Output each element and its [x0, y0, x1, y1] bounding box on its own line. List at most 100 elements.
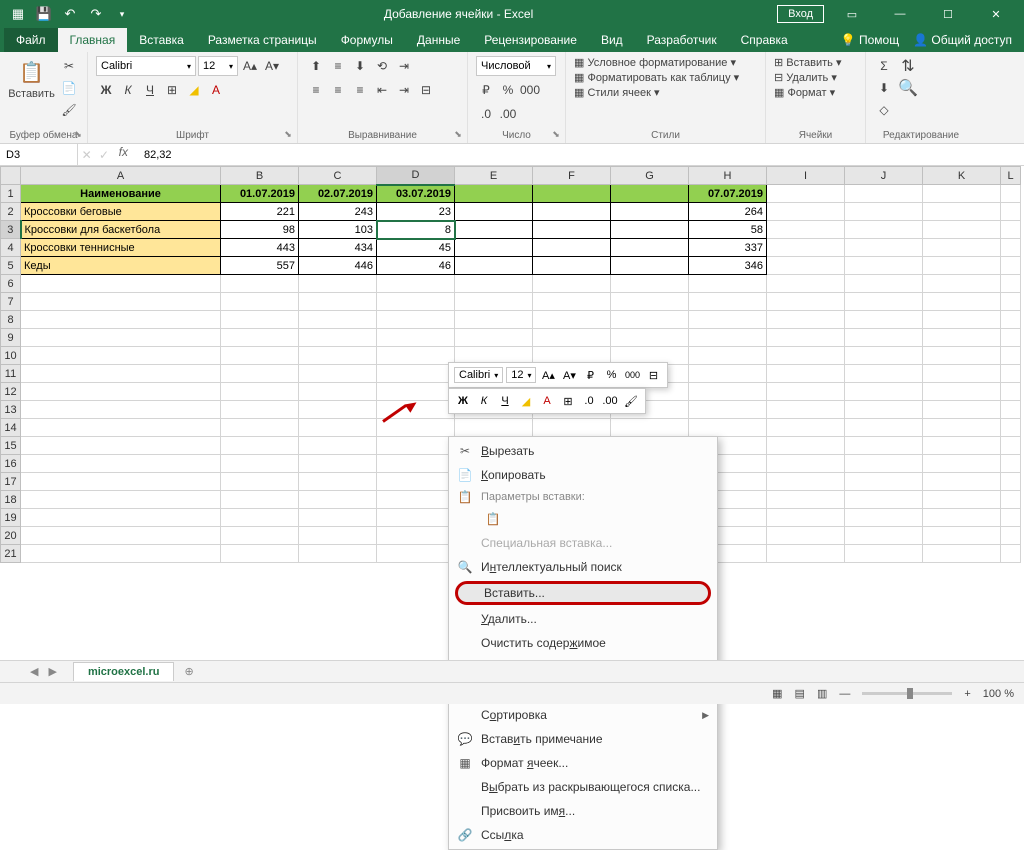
cell-A11[interactable] [21, 365, 221, 383]
copy-button[interactable]: 📄 [59, 78, 79, 98]
cell-B18[interactable] [221, 491, 299, 509]
tab-review[interactable]: Рецензирование [472, 28, 589, 52]
cell-D7[interactable] [377, 293, 455, 311]
new-sheet-button[interactable]: ⊕ [184, 665, 193, 678]
cell-L14[interactable] [1001, 419, 1021, 437]
cell-D3[interactable]: 8 [377, 221, 455, 239]
cell-C17[interactable] [299, 473, 377, 491]
ctx-sort[interactable]: Сортировка▶ [449, 703, 717, 727]
ctx-clear[interactable]: Очистить содержимое [449, 631, 717, 655]
cell-G8[interactable] [611, 311, 689, 329]
cell-A18[interactable] [21, 491, 221, 509]
cell-L11[interactable] [1001, 365, 1021, 383]
cell-F7[interactable] [533, 293, 611, 311]
cell-L3[interactable] [1001, 221, 1021, 239]
cell-J10[interactable] [845, 347, 923, 365]
cell-C15[interactable] [299, 437, 377, 455]
ctx-insert[interactable]: Вставить... [455, 581, 711, 605]
cell-B3[interactable]: 98 [221, 221, 299, 239]
cell-D5[interactable]: 46 [377, 257, 455, 275]
cell-I1[interactable] [767, 185, 845, 203]
cell-I20[interactable] [767, 527, 845, 545]
wrap-text-button[interactable]: ⇥ [394, 56, 414, 76]
fill-button[interactable]: ⬇ [874, 78, 894, 98]
cell-B19[interactable] [221, 509, 299, 527]
delete-cells-button[interactable]: ⊟ Удалить ▾ [774, 71, 857, 84]
cell-A19[interactable] [21, 509, 221, 527]
mini-size-combo[interactable]: 12▾ [506, 367, 536, 383]
number-format-combo[interactable]: Числовой▾ [476, 56, 556, 76]
cell-B11[interactable] [221, 365, 299, 383]
sheet-tab-active[interactable]: microexcel.ru [73, 662, 175, 681]
clear-button[interactable]: ◇ [874, 100, 894, 120]
cell-I6[interactable] [767, 275, 845, 293]
col-header-K[interactable]: K [923, 167, 1001, 185]
mini-underline-button[interactable]: Ч [496, 392, 514, 410]
cell-D1[interactable]: 03.07.2019 [377, 185, 455, 203]
cell-E3[interactable] [455, 221, 533, 239]
cell-K12[interactable] [923, 383, 1001, 401]
cell-H4[interactable]: 337 [689, 239, 767, 257]
mini-font-combo[interactable]: Calibri▾ [454, 367, 503, 383]
cell-C16[interactable] [299, 455, 377, 473]
cell-G14[interactable] [611, 419, 689, 437]
cell-A4[interactable]: Кроссовки теннисные [21, 239, 221, 257]
ctx-comment[interactable]: 💬Вставить примечание [449, 727, 717, 751]
cell-K10[interactable] [923, 347, 1001, 365]
cell-D2[interactable]: 23 [377, 203, 455, 221]
cell-C20[interactable] [299, 527, 377, 545]
cell-B14[interactable] [221, 419, 299, 437]
mini-bold-button[interactable]: Ж [454, 392, 472, 410]
cell-K20[interactable] [923, 527, 1001, 545]
cell-A3[interactable]: Кроссовки для баскетбола [21, 221, 221, 239]
cell-I2[interactable] [767, 203, 845, 221]
row-header-6[interactable]: 6 [1, 275, 21, 293]
zoom-in-button[interactable]: + [964, 688, 970, 700]
cell-J7[interactable] [845, 293, 923, 311]
cell-J6[interactable] [845, 275, 923, 293]
cell-K16[interactable] [923, 455, 1001, 473]
cell-K4[interactable] [923, 239, 1001, 257]
maximize-button[interactable]: ☐ [928, 0, 968, 28]
row-header-5[interactable]: 5 [1, 257, 21, 275]
orientation-button[interactable]: ⟲ [372, 56, 392, 76]
cell-C13[interactable] [299, 401, 377, 419]
row-header-4[interactable]: 4 [1, 239, 21, 257]
row-header-12[interactable]: 12 [1, 383, 21, 401]
merge-button[interactable]: ⊟ [416, 80, 436, 100]
cell-H12[interactable] [689, 383, 767, 401]
cell-H3[interactable]: 58 [689, 221, 767, 239]
tab-help[interactable]: Справка [729, 28, 800, 52]
cell-C18[interactable] [299, 491, 377, 509]
cell-F5[interactable] [533, 257, 611, 275]
cell-E5[interactable] [455, 257, 533, 275]
row-header-15[interactable]: 15 [1, 437, 21, 455]
format-table-button[interactable]: ▦ Форматировать как таблицу ▾ [574, 71, 757, 84]
cell-C12[interactable] [299, 383, 377, 401]
row-header-19[interactable]: 19 [1, 509, 21, 527]
cell-K6[interactable] [923, 275, 1001, 293]
cell-H5[interactable]: 346 [689, 257, 767, 275]
row-header-13[interactable]: 13 [1, 401, 21, 419]
cell-L12[interactable] [1001, 383, 1021, 401]
ctx-paste-option-1[interactable]: 📋 [449, 507, 717, 531]
cell-A2[interactable]: Кроссовки беговые [21, 203, 221, 221]
col-header-C[interactable]: C [299, 167, 377, 185]
cell-D20[interactable] [377, 527, 455, 545]
cell-B15[interactable] [221, 437, 299, 455]
cell-C3[interactable]: 103 [299, 221, 377, 239]
cell-J13[interactable] [845, 401, 923, 419]
autosum-button[interactable]: Σ [874, 56, 894, 76]
row-header-10[interactable]: 10 [1, 347, 21, 365]
cell-B21[interactable] [221, 545, 299, 563]
cell-L8[interactable] [1001, 311, 1021, 329]
cell-L9[interactable] [1001, 329, 1021, 347]
tab-developer[interactable]: Разработчик [635, 28, 729, 52]
cell-G3[interactable] [611, 221, 689, 239]
cell-L20[interactable] [1001, 527, 1021, 545]
mini-border-button[interactable]: ⊞ [559, 392, 577, 410]
cell-F3[interactable] [533, 221, 611, 239]
cell-B8[interactable] [221, 311, 299, 329]
decrease-indent-button[interactable]: ⇤ [372, 80, 392, 100]
cell-I12[interactable] [767, 383, 845, 401]
